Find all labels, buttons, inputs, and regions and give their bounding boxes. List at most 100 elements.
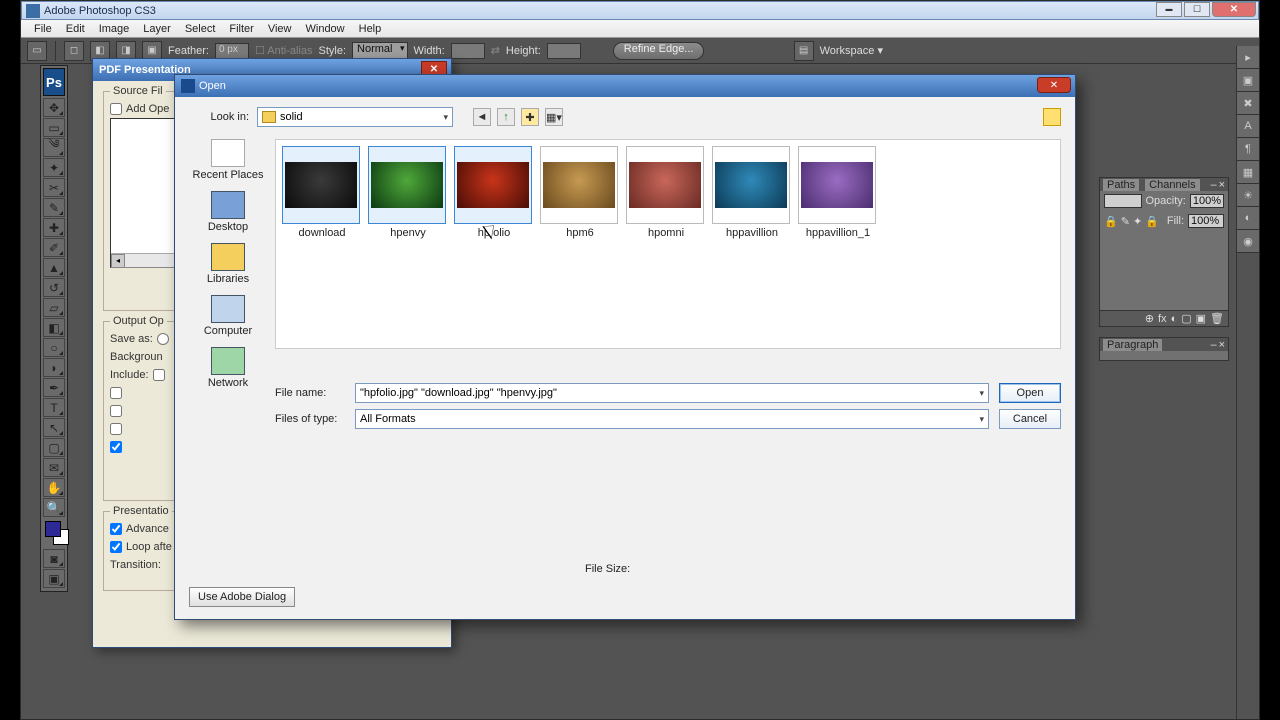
places-desktop[interactable]: Desktop	[189, 191, 267, 233]
panel-trash-icon[interactable]: 🗑	[1210, 312, 1224, 325]
menu-layer[interactable]: Layer	[136, 22, 178, 36]
dock-tab-6[interactable]: ▦	[1237, 161, 1259, 184]
opacity-input[interactable]: 100%	[1190, 194, 1224, 208]
favorite-icon[interactable]	[1043, 108, 1061, 126]
type-tool[interactable]: T	[43, 398, 65, 417]
minimize-button[interactable]	[1156, 2, 1182, 17]
filename-input[interactable]: "hpfolio.jpg" "download.jpg" "hpenvy.jpg…	[355, 383, 989, 403]
paragraph-tab[interactable]: Paragraph	[1103, 339, 1162, 351]
panel-close-icon-2[interactable]: ×	[1219, 339, 1225, 351]
open-dialog-titlebar[interactable]: Open ✕	[175, 75, 1075, 97]
blur-tool[interactable]: ○	[43, 338, 65, 357]
screenmode-tool[interactable]: ▣	[43, 569, 65, 588]
nav-newfolder-button[interactable]: ✚	[521, 108, 539, 126]
shape-tool[interactable]: ▢	[43, 438, 65, 457]
pen-tool[interactable]: ✒	[43, 378, 65, 397]
notes-tool[interactable]: ✉	[43, 458, 65, 477]
layers-panel[interactable]: PathsChannels–× Opacity:100% 🔒 ✎ ✦ 🔒Fill…	[1099, 177, 1229, 327]
open-button[interactable]: Open	[999, 383, 1061, 403]
nav-up-button[interactable]: ↑	[497, 108, 515, 126]
color-swatch[interactable]	[43, 519, 65, 549]
places-recent[interactable]: Recent Places	[189, 139, 267, 181]
dock-tab-3[interactable]: ✖	[1237, 92, 1259, 115]
include-check-2[interactable]	[110, 387, 122, 399]
scroll-left-icon[interactable]: ◂	[111, 254, 125, 268]
panel-min-icon-2[interactable]: –	[1210, 339, 1216, 351]
open-close-button[interactable]: ✕	[1037, 77, 1071, 93]
include-check-5[interactable]	[110, 441, 122, 453]
lasso-tool[interactable]: ༄	[43, 138, 65, 157]
dock-tab-1[interactable]: ▸	[1237, 46, 1259, 69]
nav-view-button[interactable]: ▦▾	[545, 108, 563, 126]
places-libraries[interactable]: Libraries	[189, 243, 267, 285]
file-thumb-hppavillion_1[interactable]: hppavillion_1	[798, 146, 878, 239]
panel-btn-1[interactable]: ⊕	[1145, 312, 1154, 325]
dock-tab-5[interactable]: ¶	[1237, 138, 1259, 161]
file-thumb-hpfolio[interactable]: hpfolio	[454, 146, 534, 239]
paragraph-panel[interactable]: Paragraph –×	[1099, 337, 1229, 361]
brush-tool[interactable]: ✐	[43, 238, 65, 257]
hand-tool[interactable]: ✋	[43, 478, 65, 497]
dock-tab-8[interactable]: ◐	[1237, 207, 1259, 230]
panel-btn-3[interactable]: ◐	[1171, 313, 1178, 325]
eyedropper-tool[interactable]: ✎	[43, 198, 65, 217]
stamp-tool[interactable]: ▲	[43, 258, 65, 277]
crop-tool[interactable]: ✂	[43, 178, 65, 197]
cancel-button[interactable]: Cancel	[999, 409, 1061, 429]
menu-help[interactable]: Help	[352, 22, 389, 36]
filetype-select[interactable]: All Formats	[355, 409, 989, 429]
include-check-4[interactable]	[110, 423, 122, 435]
close-button[interactable]	[1212, 2, 1256, 17]
menu-file[interactable]: File	[27, 22, 59, 36]
history-brush-tool[interactable]: ↺	[43, 278, 65, 297]
feather-input[interactable]: 0 px	[215, 43, 249, 59]
app-titlebar[interactable]: Adobe Photoshop CS3	[21, 1, 1259, 20]
maximize-button[interactable]	[1184, 2, 1210, 17]
file-thumb-hpomni[interactable]: hpomni	[626, 146, 706, 239]
path-tool[interactable]: ↖	[43, 418, 65, 437]
file-thumb-hpenvy[interactable]: hpenvy	[368, 146, 448, 239]
lookin-combo[interactable]: solid	[257, 107, 453, 127]
menu-filter[interactable]: Filter	[222, 22, 260, 36]
channels-tab[interactable]: Channels	[1145, 179, 1199, 191]
menu-view[interactable]: View	[261, 22, 299, 36]
dock-tab-7[interactable]: ☀	[1237, 184, 1259, 207]
refine-edge-button[interactable]: Refine Edge...	[613, 42, 705, 60]
fill-input[interactable]: 100%	[1188, 214, 1224, 228]
panel-min-icon[interactable]: –	[1210, 179, 1216, 191]
places-computer[interactable]: Computer	[189, 295, 267, 337]
antialias-check[interactable]: ☐ Anti-alias	[255, 44, 313, 57]
dock-tab-4[interactable]: A	[1237, 115, 1259, 138]
paths-tab[interactable]: Paths	[1103, 179, 1139, 191]
nav-back-button[interactable]: ◄	[473, 108, 491, 126]
panel-btn-2[interactable]: fx	[1158, 313, 1167, 325]
menu-window[interactable]: Window	[299, 22, 352, 36]
dock-tab-2[interactable]: ▣	[1237, 69, 1259, 92]
quickmask-tool[interactable]: ◙	[43, 549, 65, 568]
menu-edit[interactable]: Edit	[59, 22, 92, 36]
menu-image[interactable]: Image	[92, 22, 137, 36]
zoom-tool[interactable]: 🔍	[43, 498, 65, 517]
eraser-tool[interactable]: ▱	[43, 298, 65, 317]
height-input[interactable]	[547, 43, 581, 59]
lock-icons[interactable]: 🔒 ✎ ✦ 🔒	[1104, 215, 1159, 228]
dodge-tool[interactable]: ◗	[43, 358, 65, 377]
file-thumb-hppavillion[interactable]: hppavillion	[712, 146, 792, 239]
wand-tool[interactable]: ✦	[43, 158, 65, 177]
saveas-radio[interactable]	[157, 333, 169, 345]
places-network[interactable]: Network	[189, 347, 267, 389]
panel-close-icon[interactable]: ×	[1219, 179, 1225, 191]
width-input[interactable]	[451, 43, 485, 59]
blend-mode[interactable]	[1104, 194, 1142, 208]
include-check-3[interactable]	[110, 405, 122, 417]
selection-new-icon[interactable]: ◻	[64, 41, 84, 61]
style-select[interactable]: Normal	[352, 42, 407, 60]
gradient-tool[interactable]: ◧	[43, 318, 65, 337]
file-thumb-hpm6[interactable]: hpm6	[540, 146, 620, 239]
panel-btn-4[interactable]: ▢	[1181, 312, 1191, 325]
menu-select[interactable]: Select	[178, 22, 223, 36]
move-tool[interactable]: ✥	[43, 98, 65, 117]
file-list[interactable]: downloadhpenvyhpfoliohpm6hpomnihppavilli…	[275, 139, 1061, 349]
use-adobe-dialog-button[interactable]: Use Adobe Dialog	[189, 587, 295, 607]
workspace-button[interactable]: Workspace ▾	[820, 44, 883, 57]
